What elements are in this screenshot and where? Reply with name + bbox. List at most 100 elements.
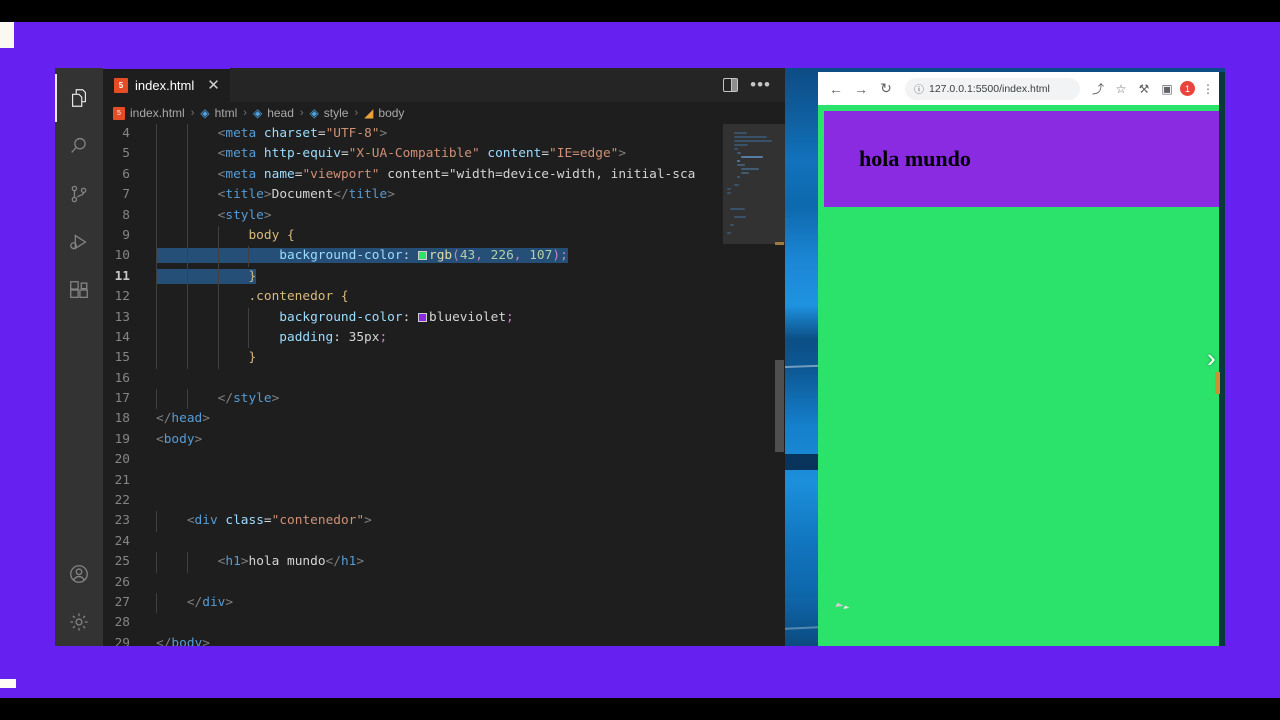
share-icon[interactable]: ⤴ [1088, 79, 1108, 99]
minimap-line [730, 208, 746, 210]
address-bar[interactable]: ⓘ 127.0.0.1:5500/index.html [905, 77, 1080, 100]
color-swatch [417, 251, 427, 261]
settings-gear-icon[interactable] [55, 598, 103, 646]
breadcrumb-label: body [378, 106, 405, 120]
code-line[interactable]: 18 </head> [103, 409, 723, 429]
code-line[interactable]: 11 } [103, 266, 723, 288]
breadcrumb-item-body[interactable]: ◢ body [364, 106, 404, 120]
sidebar-item-explorer[interactable] [55, 74, 103, 122]
code-line[interactable]: 21 [103, 471, 723, 491]
code-text: body { [147, 225, 295, 247]
side-panel-icon[interactable]: ▣ [1157, 79, 1177, 99]
profile-badge[interactable]: 1 [1180, 81, 1195, 96]
line-number: 28 [114, 615, 130, 631]
cube-icon: ◈ [200, 106, 210, 120]
cube-icon: ◈ [309, 106, 319, 120]
code-line[interactable]: 8 <style> [103, 205, 723, 226]
reload-icon[interactable]: ↻ [875, 78, 897, 100]
code-line[interactable]: 28 [103, 613, 723, 633]
site-info-icon[interactable]: ⓘ [914, 81, 924, 96]
scrollbar-thumb[interactable] [775, 360, 784, 452]
code-line[interactable]: 27 </div> [103, 592, 723, 614]
line-number: 20 [114, 452, 130, 468]
indent-guide [156, 246, 157, 267]
sidebar-item-search[interactable] [55, 122, 103, 170]
minimap-line [733, 140, 773, 142]
minimap-line [733, 144, 749, 146]
code-line[interactable]: 9 body { [103, 225, 723, 247]
sidebar-item-source-control[interactable] [55, 170, 103, 218]
indent-guide [186, 348, 188, 369]
code-line[interactable]: 25 <h1>hola mundo</h1> [103, 552, 723, 573]
minimap-line [727, 188, 732, 190]
split-editor-icon[interactable] [723, 78, 739, 92]
more-actions-icon[interactable]: ••• [750, 76, 771, 93]
code-line[interactable]: 29 </body> [103, 634, 723, 646]
minimap-line [733, 216, 746, 218]
code-line[interactable]: 4 <meta charset="UTF-8"> [103, 124, 723, 145]
back-icon[interactable]: ← [825, 78, 847, 100]
line-number: 26 [114, 574, 130, 590]
browser-viewport[interactable]: hola mundo [818, 105, 1225, 646]
code-line[interactable]: 19 <body> [103, 430, 723, 450]
extension-icon[interactable]: ⚒ [1134, 79, 1154, 99]
code-text: <meta http-equiv="X-UA-Compatible" conte… [147, 144, 626, 165]
next-chevron-icon[interactable]: › [1207, 345, 1216, 371]
code-line[interactable]: 16 [103, 369, 723, 389]
code-line[interactable]: 24 [103, 532, 723, 552]
indent-guide [186, 552, 188, 573]
minimap-line [730, 224, 735, 226]
code-text: <div class="contenedor"> [147, 511, 372, 532]
line-number: 8 [122, 207, 130, 223]
sidebar-item-run-debug[interactable] [55, 218, 103, 266]
screen-root: 5 index.html ✕ ••• 5 index.html › ◈ html [0, 0, 1280, 720]
code-lines[interactable]: 4 <meta charset="UTF-8"> 5 <meta http-equ… [103, 124, 723, 646]
minimap-line [740, 172, 750, 174]
code-line[interactable]: 13 background-color: blueviolet; [103, 307, 723, 328]
breadcrumb-item-style[interactable]: ◈ style [310, 106, 349, 120]
indent-guide [156, 327, 157, 349]
browser-menu-icon[interactable]: ⋮ [1198, 79, 1218, 99]
code-line[interactable]: 20 [103, 450, 723, 470]
code-text: </head> [156, 411, 210, 427]
browser-window: ← → ↻ ⓘ 127.0.0.1:5500/index.html ⤴ ☆ ⚒ … [818, 72, 1225, 646]
breadcrumb-label: index.html [130, 106, 185, 120]
url-text[interactable]: 127.0.0.1:5500/index.html [929, 83, 1050, 95]
code-text: } [147, 266, 257, 288]
breadcrumb-label: head [267, 106, 294, 120]
code-line[interactable]: 5 <meta http-equiv="X-UA-Compatible" con… [103, 144, 723, 165]
code-line[interactable]: 10 background-color: rgb(43, 226, 107); [103, 246, 723, 267]
indent-guide [156, 205, 157, 226]
account-icon[interactable] [55, 550, 103, 598]
code-line[interactable]: 26 [103, 573, 723, 593]
breadcrumb-item-head[interactable]: ◈ head [253, 106, 294, 120]
bookmark-star-icon[interactable]: ☆ [1111, 79, 1131, 99]
line-number: 10 [114, 248, 130, 264]
line-number: 4 [122, 126, 130, 141]
code-line[interactable]: 22 [103, 491, 723, 511]
sidebar-item-extensions[interactable] [55, 266, 103, 314]
line-number: 11 [114, 268, 130, 284]
indent-guide [248, 327, 250, 349]
indent-guide [156, 552, 157, 573]
code-line[interactable]: 14 padding: 35px; [103, 327, 723, 349]
indent-guide [217, 287, 219, 308]
code-line[interactable]: 17 </style> [103, 389, 723, 410]
indent-guide [217, 266, 219, 288]
indent-guide [186, 124, 188, 145]
close-icon[interactable]: ✕ [207, 78, 220, 93]
breadcrumb-item-html[interactable]: ◈ html [200, 106, 237, 120]
tab-index-html[interactable]: 5 index.html ✕ [103, 68, 230, 102]
line-number: 9 [122, 227, 130, 243]
code-editor[interactable]: 4 <meta charset="UTF-8"> 5 <meta http-equ… [103, 124, 785, 646]
breadcrumb-item-file[interactable]: 5 index.html [113, 106, 185, 120]
forward-icon[interactable]: → [850, 78, 872, 100]
code-line[interactable]: 12 .contenedor { [103, 287, 723, 308]
code-line[interactable]: 7 <title>Document</title> [103, 185, 723, 206]
code-line[interactable]: 15 } [103, 348, 723, 369]
code-line[interactable]: 6 <meta name="viewport" content="width=d… [103, 164, 723, 186]
code-line[interactable]: 23 <div class="contenedor"> [103, 511, 723, 532]
editor-scrollbar[interactable] [775, 124, 785, 646]
